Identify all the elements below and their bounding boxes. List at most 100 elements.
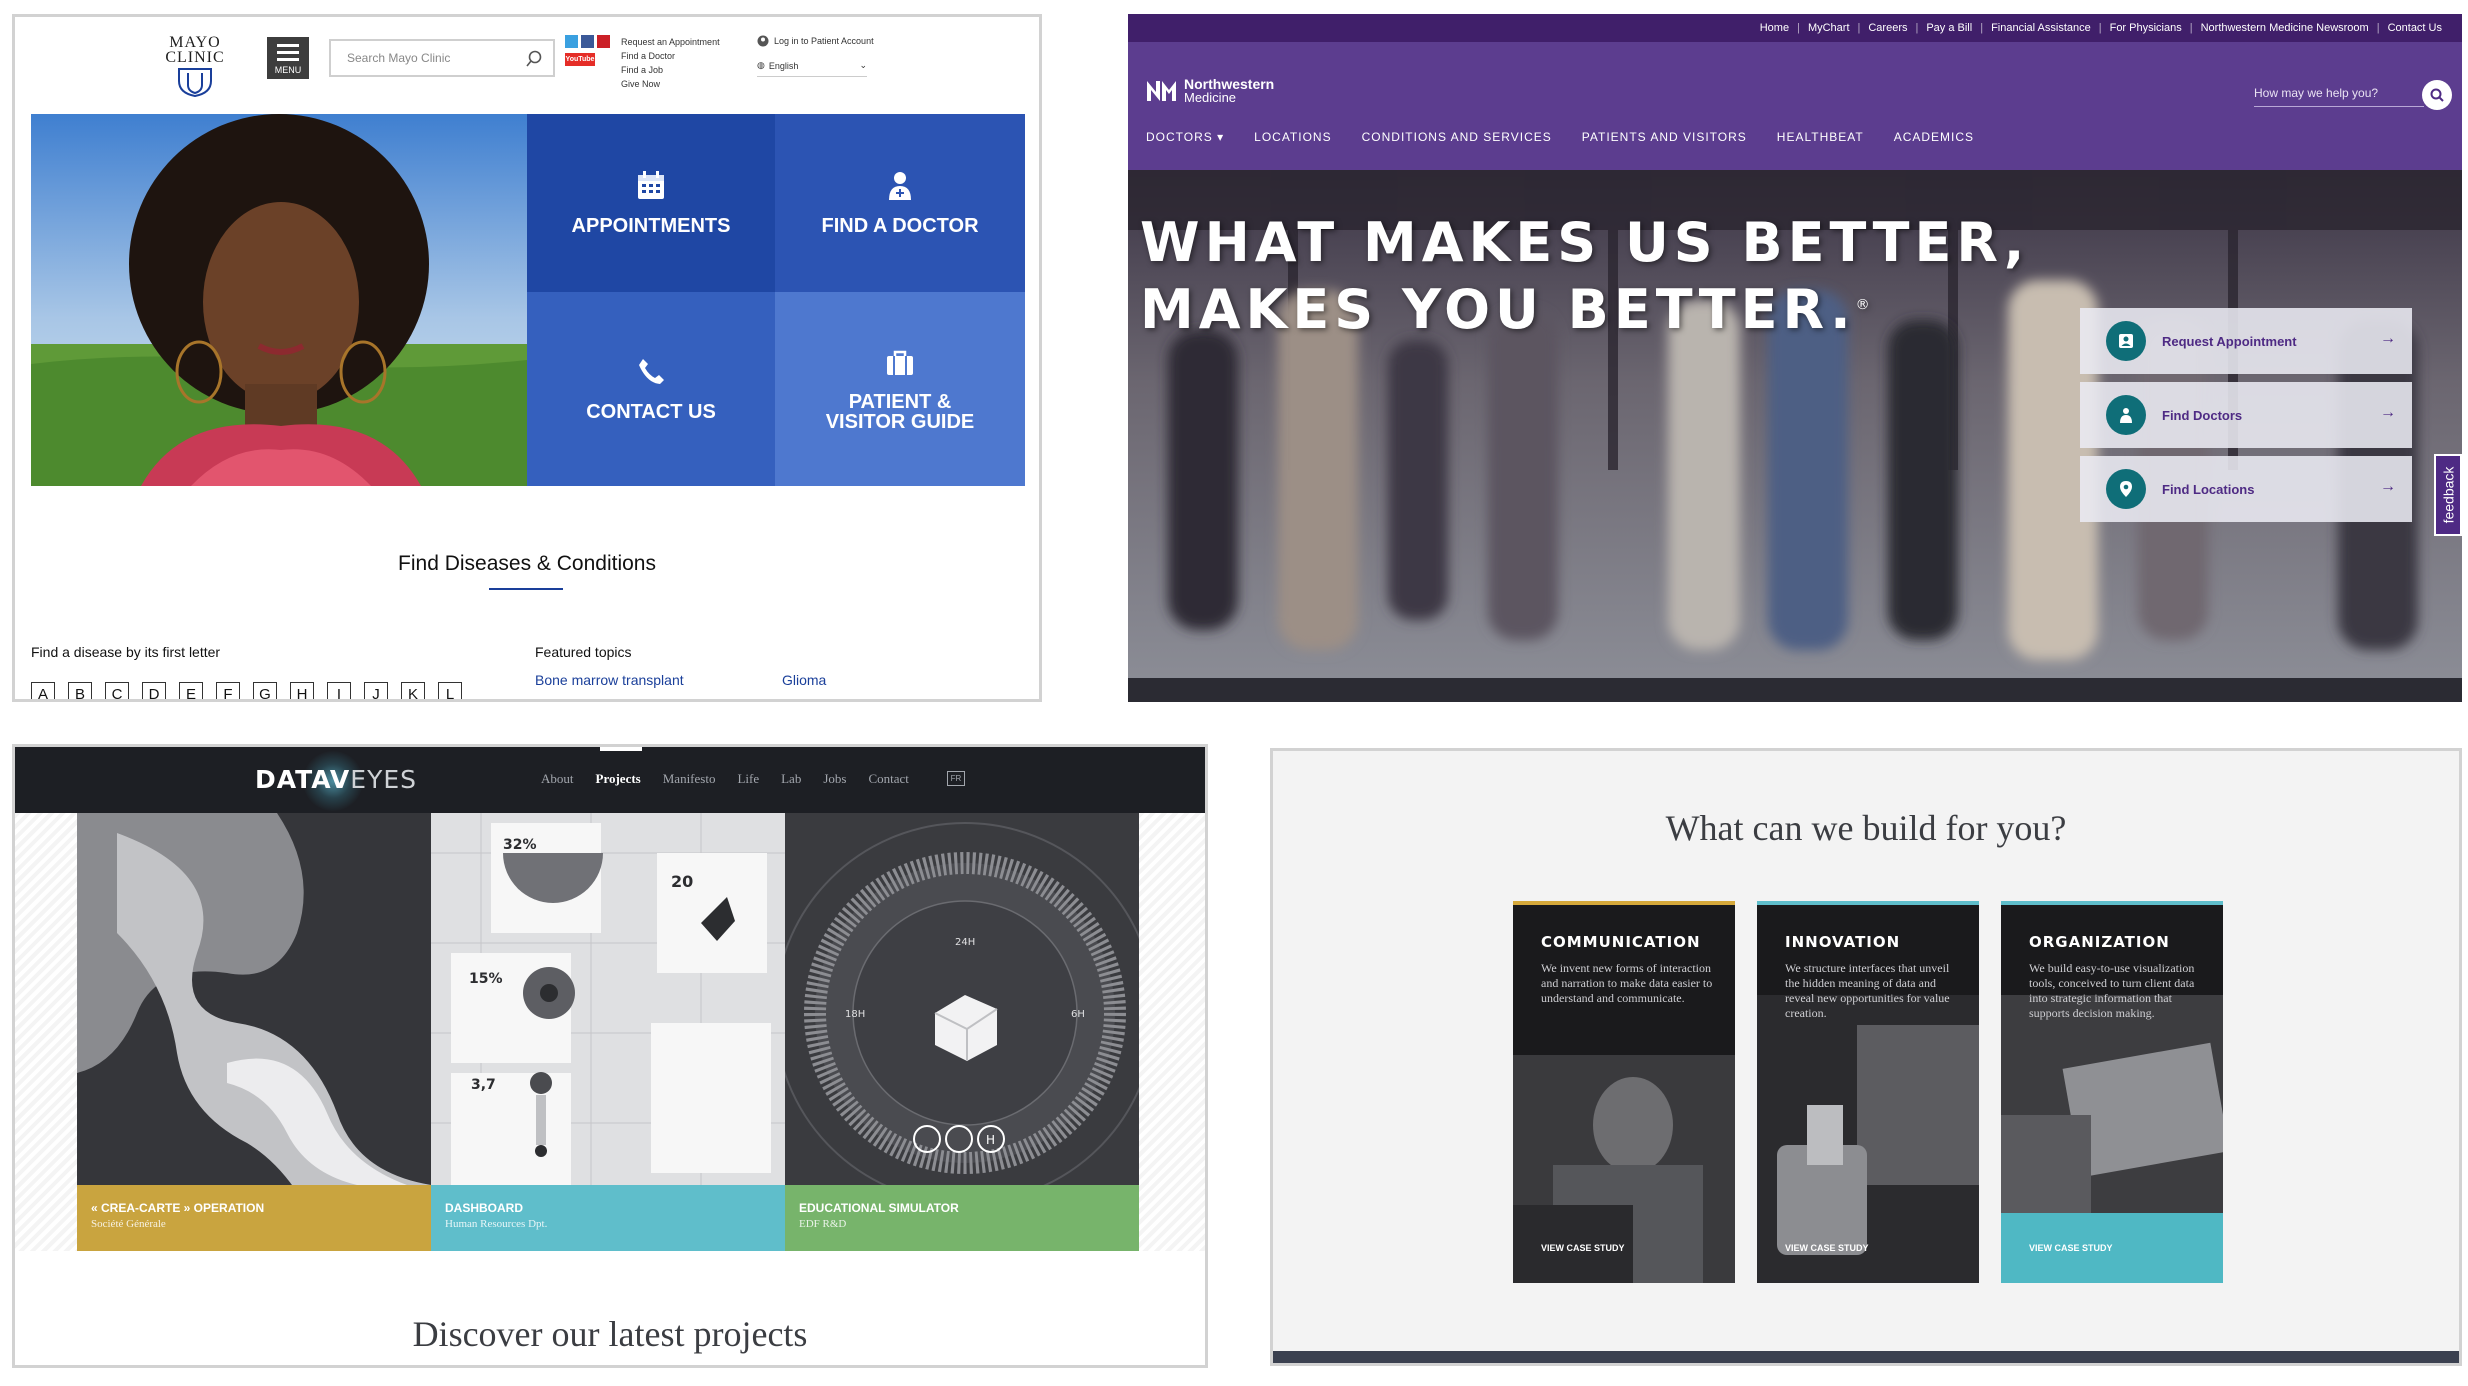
nav-life[interactable]: Life: [737, 771, 759, 787]
mayo-logo[interactable]: MAYO CLINIC: [155, 35, 235, 100]
link-find-doctor[interactable]: Find a Doctor: [621, 49, 720, 63]
nm-monogram-icon: [1147, 81, 1176, 101]
site-header: DATAVEYES About Projects Manifesto Life …: [15, 747, 1205, 813]
nav-lab[interactable]: Lab: [781, 771, 801, 787]
search-icon[interactable]: [525, 50, 543, 68]
util-link-contact[interactable]: Contact Us: [2388, 22, 2442, 34]
card-photo-image: [1757, 995, 1979, 1283]
nm-logo[interactable]: Northwestern Medicine: [1146, 77, 1274, 104]
dial-label-6h: 6H: [1071, 1009, 1085, 1020]
main-nav: DOCTORS ▾ LOCATIONS CONDITIONS AND SERVI…: [1146, 130, 2004, 144]
hero-portrait-image: [31, 114, 527, 486]
util-link-physicians[interactable]: For Physicians: [2110, 22, 2182, 34]
card-photo-image: [2001, 995, 2223, 1215]
stat-value-rate: 15%: [469, 971, 503, 987]
letter-button[interactable]: B: [68, 682, 92, 699]
project-tile-simulator[interactable]: 24H 18H 6H H EDUCATIONAL SIMULATOR EDF R…: [785, 813, 1139, 1251]
nav-locations[interactable]: LOCATIONS: [1254, 130, 1331, 144]
nav-jobs[interactable]: Jobs: [823, 771, 846, 787]
featured-link-bone-marrow[interactable]: Bone marrow transplant: [535, 672, 684, 688]
letter-button[interactable]: I: [327, 682, 351, 699]
project-band: DASHBOARD Human Resources Dpt.: [431, 1185, 785, 1251]
nav-healthbeat[interactable]: HEALTHBEAT: [1777, 130, 1864, 144]
language-toggle[interactable]: FR: [947, 771, 965, 786]
util-link-home[interactable]: Home: [1760, 22, 1789, 34]
utility-links: Request an Appointment Find a Doctor Fin…: [621, 35, 720, 91]
search-button[interactable]: [2422, 80, 2452, 110]
person-badge-icon: [2106, 321, 2146, 361]
letter-button[interactable]: C: [105, 682, 129, 699]
project-tile-dashboard[interactable]: 32% 20 15% 3,7 DASHBOARD Human Resources…: [431, 813, 785, 1251]
util-link-mychart[interactable]: MyChart: [1808, 22, 1850, 34]
dial-label-24h: 24H: [955, 937, 975, 948]
link-request-appointment[interactable]: Request an Appointment: [621, 35, 720, 49]
youtube-icon[interactable]: YouTube: [565, 53, 595, 66]
letter-button[interactable]: D: [142, 682, 166, 699]
project-band: EDUCATIONAL SIMULATOR EDF R&D: [785, 1185, 1139, 1251]
pinterest-icon[interactable]: [597, 35, 610, 48]
patient-account-link[interactable]: Log in to Patient Account: [757, 35, 874, 47]
patient-visitor-guide-tile[interactable]: PATIENT & VISITOR GUIDE: [775, 292, 1025, 486]
letter-button[interactable]: A: [31, 682, 55, 699]
doctors-icon: [2106, 395, 2146, 435]
service-card-communication[interactable]: COMMUNICATION We invent new forms of int…: [1513, 901, 1735, 1283]
search-icon: [2430, 88, 2444, 102]
main-header: Northwestern Medicine How may we help yo…: [1128, 42, 2462, 170]
globe-icon: ◍: [757, 60, 765, 70]
dataveyes-projects-screenshot: DATAVEYES About Projects Manifesto Life …: [12, 744, 1208, 1368]
appointments-tile[interactable]: APPOINTMENTS: [527, 114, 775, 292]
twitter-icon[interactable]: [565, 35, 578, 48]
letter-button[interactable]: K: [401, 682, 425, 699]
nav-doctors[interactable]: DOCTORS ▾: [1146, 130, 1224, 144]
phone-icon: [639, 358, 664, 384]
util-link-financial-assistance[interactable]: Financial Assistance: [1991, 22, 2091, 34]
nav-conditions[interactable]: CONDITIONS AND SERVICES: [1362, 130, 1552, 144]
view-case-study-link[interactable]: VIEW CASE STUDY: [2029, 1243, 2113, 1253]
feedback-tab[interactable]: feedback: [2434, 454, 2462, 536]
service-card-innovation[interactable]: INNOVATION We structure interfaces that …: [1757, 901, 1979, 1283]
nav-projects[interactable]: Projects: [596, 771, 641, 787]
letter-prompt: Find a disease by its first letter: [31, 644, 221, 660]
letter-button[interactable]: J: [364, 682, 388, 699]
nav-contact[interactable]: Contact: [868, 771, 908, 787]
util-link-careers[interactable]: Careers: [1868, 22, 1907, 34]
hero-headline: WHAT MAKES US BETTER, MAKES YOU BETTER.®: [1140, 211, 2030, 341]
letter-button[interactable]: E: [179, 682, 203, 699]
northwestern-medicine-screenshot: Home | MyChart | Careers | Pay a Bill | Fina…: [1128, 14, 2462, 702]
request-appointment-card[interactable]: Request Appointment →: [2080, 308, 2412, 374]
nav-manifesto[interactable]: Manifesto: [663, 771, 716, 787]
language-select[interactable]: ◍ English ⌄: [757, 55, 867, 77]
util-link-newsroom[interactable]: Northwestern Medicine Newsroom: [2201, 22, 2369, 34]
find-locations-card[interactable]: Find Locations →: [2080, 456, 2412, 522]
main-nav: About Projects Manifesto Life Lab Jobs C…: [541, 771, 931, 787]
letter-button[interactable]: G: [253, 682, 277, 699]
nav-academics[interactable]: ACADEMICS: [1894, 130, 1974, 144]
user-icon: [757, 35, 769, 47]
view-case-study-link[interactable]: VIEW CASE STUDY: [1785, 1243, 1869, 1253]
find-doctor-tile[interactable]: FIND A DOCTOR: [775, 114, 1025, 292]
featured-link-glioma[interactable]: Glioma: [782, 672, 826, 688]
section-title: What can we build for you?: [1665, 808, 2067, 848]
link-find-job[interactable]: Find a Job: [621, 63, 720, 77]
project-tile-crea-carte[interactable]: « CREA-CARTE » OPERATION Société Général…: [77, 813, 431, 1251]
arrow-right-icon: →: [2380, 404, 2396, 421]
menu-button[interactable]: MENU: [267, 37, 309, 79]
search-input[interactable]: Search Mayo Clinic: [329, 39, 555, 77]
link-give-now[interactable]: Give Now: [621, 77, 720, 91]
contact-us-tile[interactable]: CONTACT US: [527, 292, 775, 486]
facebook-icon[interactable]: [581, 35, 594, 48]
util-link-pay-bill[interactable]: Pay a Bill: [1926, 22, 1972, 34]
view-case-study-link[interactable]: VIEW CASE STUDY: [1541, 1243, 1625, 1253]
arrow-right-icon: →: [2380, 330, 2396, 347]
find-doctors-card[interactable]: Find Doctors →: [2080, 382, 2412, 448]
section-tagline: Discover our latest projects: [412, 1314, 808, 1354]
featured-title: Featured topics: [535, 644, 632, 660]
letter-button[interactable]: L: [438, 682, 462, 699]
nav-patients-visitors[interactable]: PATIENTS AND VISITORS: [1582, 130, 1747, 144]
nav-about[interactable]: About: [541, 771, 574, 787]
dataveyes-logo[interactable]: DATAVEYES: [255, 765, 417, 794]
search-input[interactable]: How may we help you?: [2254, 86, 2424, 107]
letter-button[interactable]: H: [290, 682, 314, 699]
service-card-organization[interactable]: ORGANIZATION We build easy-to-use visual…: [2001, 901, 2223, 1283]
letter-button[interactable]: F: [216, 682, 240, 699]
